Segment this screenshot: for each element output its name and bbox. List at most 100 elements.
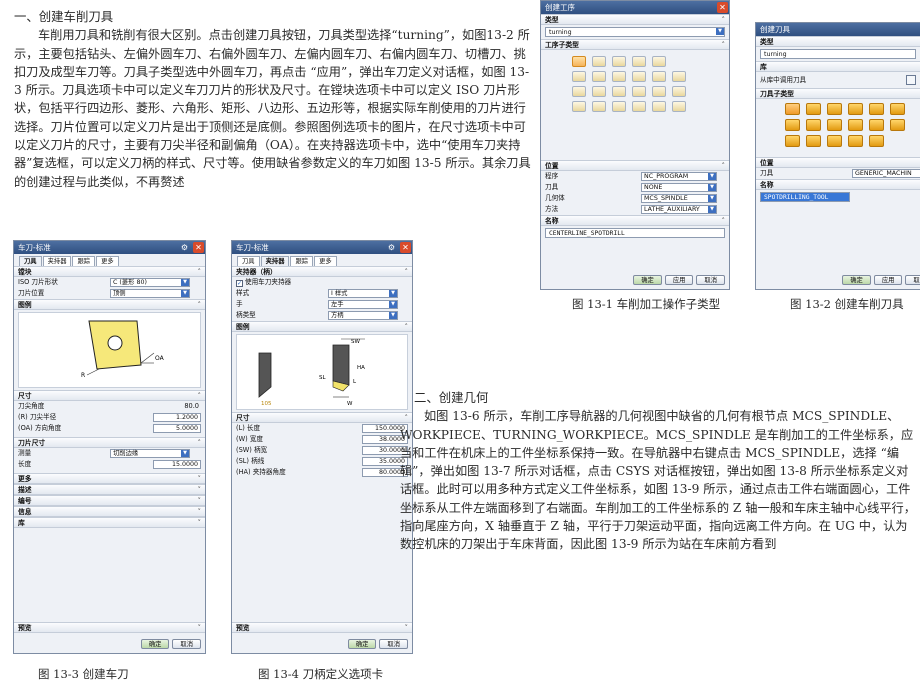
section-name[interactable]: 名称 <box>756 179 920 190</box>
section-tool-subtype[interactable]: 刀具子类型 <box>756 88 920 99</box>
geometry-select[interactable]: MCS_SPINDLE ▼ <box>641 194 717 203</box>
close-icon[interactable]: ✕ <box>193 242 204 253</box>
ok-button[interactable]: 确定 <box>347 639 377 649</box>
subtype-icon[interactable] <box>672 86 686 97</box>
tool-subtype-icon[interactable] <box>806 135 821 147</box>
ok-button[interactable]: 确定 <box>140 639 170 649</box>
type-select[interactable]: turning ▼ <box>545 27 725 37</box>
section-subtype[interactable]: 工序子类型 ˄ <box>541 39 729 50</box>
hand-select[interactable]: 左手 ▼ <box>328 300 398 309</box>
tool-subtype-icon[interactable] <box>827 119 842 131</box>
length-input[interactable]: 15.0000 <box>153 460 201 469</box>
tool-subtype-icon[interactable] <box>785 135 800 147</box>
gear-icon[interactable]: ⚙ <box>179 242 190 253</box>
subtype-icon[interactable] <box>612 101 626 112</box>
tool-subtype-icon[interactable] <box>848 103 863 115</box>
section-name[interactable]: 名称 ˄ <box>541 215 729 226</box>
tab-tracking[interactable]: 跟踪 <box>290 256 314 266</box>
library-browse-icon[interactable] <box>906 75 916 85</box>
apply-button[interactable]: 应用 <box>664 275 694 285</box>
type-select[interactable]: turning <box>760 49 916 59</box>
section-preview[interactable]: 预览 ˅ <box>14 622 205 633</box>
subtype-icon[interactable] <box>612 56 626 67</box>
subtype-icon[interactable] <box>572 86 586 97</box>
tab-tool[interactable]: 刀具 <box>237 256 260 266</box>
section-type[interactable]: 类型 <box>756 36 920 47</box>
section-location[interactable]: 位置 <box>756 157 920 168</box>
shank-select[interactable]: 方柄 ▼ <box>328 311 398 320</box>
subtype-icon[interactable] <box>652 56 666 67</box>
style-select[interactable]: I 样式 ▼ <box>328 289 398 298</box>
section-number[interactable]: 编号 ˅ <box>14 495 205 506</box>
section-library[interactable]: 库 ˅ <box>14 517 205 528</box>
section-info[interactable]: 信息 ˅ <box>14 506 205 517</box>
apply-button[interactable]: 应用 <box>873 275 903 285</box>
section-legend[interactable]: 图例 ˄ <box>232 321 412 332</box>
tab-holder[interactable]: 夹持器 <box>260 256 290 266</box>
tab-holder[interactable]: 夹持器 <box>42 256 72 266</box>
ok-button[interactable]: 确定 <box>633 275 662 285</box>
tool-subtype-icon[interactable] <box>806 119 821 131</box>
name-input[interactable]: CENTERLINE_SPOTDRILL <box>545 228 725 238</box>
tab-more[interactable]: 更多 <box>314 256 337 266</box>
nose-radius-input[interactable]: 1.2000 <box>153 413 201 422</box>
tool-subtype-icon[interactable] <box>827 103 842 115</box>
section-size[interactable]: 尺寸 ˄ <box>232 412 412 423</box>
tool-select[interactable]: NONE ▼ <box>641 183 717 192</box>
ok-button[interactable]: 确定 <box>842 275 871 285</box>
section-more[interactable]: 更多 ˅ <box>14 473 205 484</box>
cancel-button[interactable]: 取消 <box>172 639 201 649</box>
tool-subtype-icon[interactable] <box>785 119 800 131</box>
tab-tracking[interactable]: 跟踪 <box>72 256 96 266</box>
tool-subtype-icon[interactable] <box>890 119 905 131</box>
orient-angle-input[interactable]: 5.0000 <box>153 424 201 433</box>
subtype-icon[interactable] <box>632 71 646 82</box>
gear-icon[interactable]: ⚙ <box>386 242 397 253</box>
section-type[interactable]: 类型 ˄ <box>541 14 729 25</box>
use-holder-checkbox[interactable]: ✓ <box>236 280 243 287</box>
subtype-icon[interactable] <box>592 101 606 112</box>
tab-more[interactable]: 更多 <box>96 256 119 266</box>
subtype-icon[interactable] <box>672 101 686 112</box>
tool-subtype-icon[interactable] <box>848 135 863 147</box>
method-select[interactable]: LATHE_AUXILIARY ▼ <box>641 205 717 214</box>
section-insert[interactable]: 镗块 ˄ <box>14 266 205 277</box>
section-size[interactable]: 尺寸 ˄ <box>14 390 205 401</box>
subtype-icon[interactable] <box>592 71 606 82</box>
cancel-button[interactable]: 取消 <box>696 275 725 285</box>
tab-tool[interactable]: 刀具 <box>19 256 42 266</box>
tool-name-input[interactable]: SPOTDRILLING_TOOL <box>760 192 850 202</box>
section-location[interactable]: 位置 ˄ <box>541 160 729 171</box>
iso-shape-select[interactable]: C (菱形 80) ▼ <box>110 278 190 287</box>
section-insert-size[interactable]: 刀片尺寸 ˄ <box>14 437 205 448</box>
section-holder[interactable]: 夹持器（柄） ˄ <box>232 266 412 277</box>
subtype-icon[interactable] <box>672 71 686 82</box>
tool-subtype-icon[interactable] <box>869 135 884 147</box>
tool-subtype-icon[interactable] <box>785 103 800 115</box>
subtype-icon[interactable] <box>652 86 666 97</box>
cancel-button[interactable]: 取消 <box>905 275 920 285</box>
subtype-icon[interactable] <box>632 86 646 97</box>
tool-subtype-icon[interactable] <box>827 135 842 147</box>
tool-subtype-icon[interactable] <box>869 103 884 115</box>
close-icon[interactable]: ✕ <box>400 242 411 253</box>
program-select[interactable]: NC_PROGRAM ▼ <box>641 172 717 181</box>
subtype-icon[interactable] <box>572 101 586 112</box>
subtype-icon[interactable] <box>652 101 666 112</box>
subtype-icon[interactable] <box>632 101 646 112</box>
subtype-icon[interactable] <box>612 86 626 97</box>
tool-subtype-icon[interactable] <box>848 119 863 131</box>
section-description[interactable]: 描述 ˅ <box>14 484 205 495</box>
tool-subtype-icon[interactable] <box>869 119 884 131</box>
insert-position-select[interactable]: 顶侧 ▼ <box>110 289 190 298</box>
section-library[interactable]: 库 <box>756 61 920 72</box>
tool-subtype-icon[interactable] <box>806 103 821 115</box>
subtype-icon[interactable] <box>652 71 666 82</box>
subtype-icon[interactable] <box>632 56 646 67</box>
close-icon[interactable]: ✕ <box>717 2 728 13</box>
subtype-icon[interactable] <box>592 56 606 67</box>
cancel-button[interactable]: 取消 <box>379 639 408 649</box>
section-preview[interactable]: 预览 ˅ <box>232 622 412 633</box>
subtype-icon[interactable] <box>572 56 586 67</box>
tool-subtype-icon[interactable] <box>890 103 905 115</box>
